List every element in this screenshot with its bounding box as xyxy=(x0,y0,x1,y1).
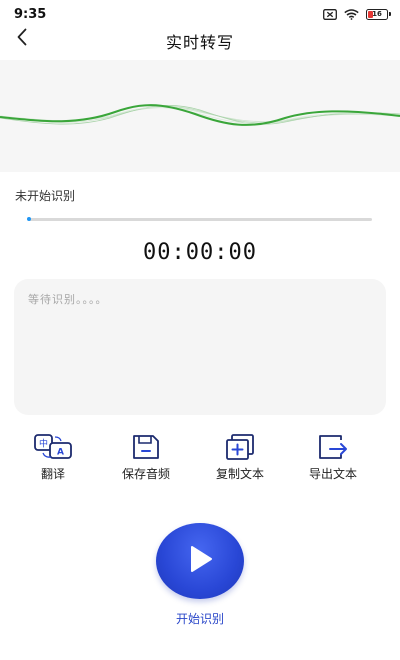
translate-button[interactable]: 中 A 翻译 xyxy=(13,432,93,482)
svg-text:A: A xyxy=(57,448,64,458)
sim-off-icon xyxy=(323,8,337,20)
wifi-icon xyxy=(344,8,359,20)
battery-icon: 16 xyxy=(366,8,391,20)
copy-text-label: 复制文本 xyxy=(215,467,264,481)
save-icon xyxy=(131,432,161,462)
status-time: 9:35 xyxy=(14,6,47,22)
waveform-panel xyxy=(0,60,400,172)
export-text-label: 导出文本 xyxy=(308,467,357,481)
action-bar: 中 A 翻译 保存音频 复制文本 导出文本 xyxy=(0,432,400,482)
translate-label: 翻译 xyxy=(40,467,65,481)
save-audio-label: 保存音频 xyxy=(121,467,170,481)
start-recognition-button[interactable] xyxy=(156,523,244,599)
svg-text:中: 中 xyxy=(39,438,48,450)
waveform xyxy=(0,104,400,126)
save-audio-button[interactable]: 保存音频 xyxy=(106,432,186,482)
app-bar: 实时转写 xyxy=(0,28,400,52)
copy-text-button[interactable]: 复制文本 xyxy=(200,432,280,482)
transcript-placeholder: 等待识别。。。。 xyxy=(28,293,108,306)
translate-icon: 中 A xyxy=(33,432,73,462)
play-icon xyxy=(187,545,213,577)
progress-bar[interactable] xyxy=(27,217,372,221)
export-icon xyxy=(317,432,349,462)
transcript-box[interactable]: 等待识别。。。。 xyxy=(14,279,386,415)
timer: 00:00:00 xyxy=(143,240,257,265)
battery-level: 16 xyxy=(372,9,382,18)
recognition-status: 未开始识别 xyxy=(15,189,76,203)
status-bar: 9:35 16 xyxy=(0,0,400,28)
copy-icon xyxy=(224,432,256,462)
progress-thumb[interactable] xyxy=(27,217,31,221)
export-text-button[interactable]: 导出文本 xyxy=(293,432,373,482)
page-title: 实时转写 xyxy=(165,33,234,52)
start-recognition-label[interactable]: 开始识别 xyxy=(0,610,400,627)
status-icons: 16 xyxy=(323,8,391,20)
